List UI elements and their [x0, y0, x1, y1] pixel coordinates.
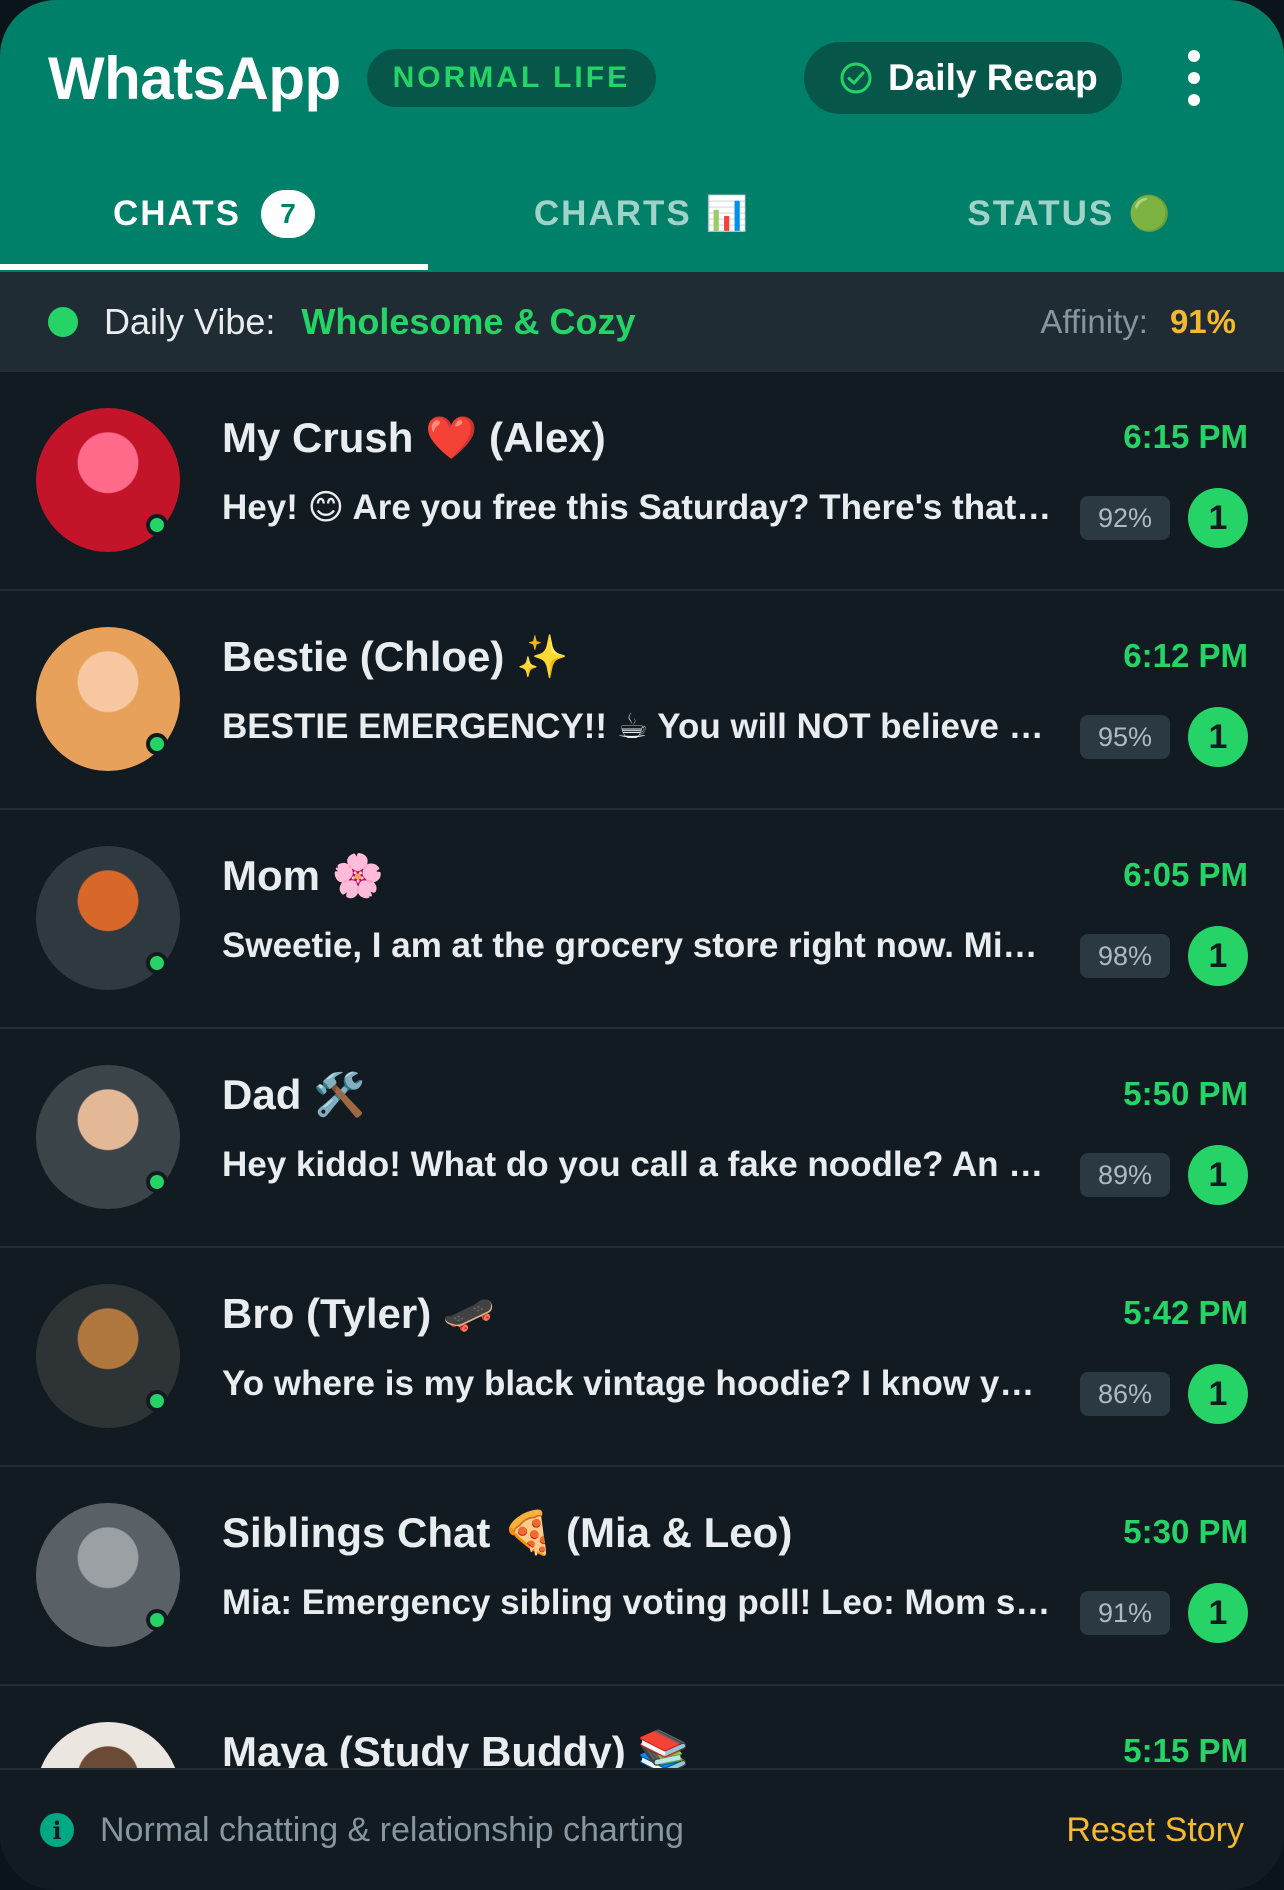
chat-time: 6:12 PM: [1123, 637, 1248, 674]
unread-badge: 1: [1188, 1583, 1248, 1643]
app-title: WhatsApp: [48, 44, 341, 112]
chat-name: Maya (Study Buddy) 📚: [222, 1728, 690, 1768]
tab-bar: CHATS 7 CHARTS 📊 STATUS 🟢: [0, 156, 1284, 272]
tab-status[interactable]: STATUS 🟢: [856, 156, 1284, 272]
unread-count-badge: 7: [260, 190, 315, 238]
chat-name: Mom 🌸: [222, 852, 384, 899]
affinity-badge: 92%: [1080, 496, 1170, 540]
mode-badge[interactable]: NORMAL LIFE: [366, 49, 657, 107]
vibe-value: Wholesome & Cozy: [301, 301, 636, 342]
online-indicator: [146, 1390, 168, 1412]
chat-time: 6:15 PM: [1123, 418, 1248, 455]
vibe-indicator-dot: [48, 307, 78, 337]
chat-name: My Crush ❤️ (Alex): [222, 414, 606, 461]
affinity-badge: 89%: [1080, 1153, 1170, 1197]
green-circle-icon: 🟢: [1128, 195, 1173, 233]
chat-time: 5:42 PM: [1123, 1294, 1248, 1331]
chat-name: Dad 🛠️: [222, 1071, 366, 1118]
unread-badge: 1: [1188, 707, 1248, 767]
check-circle-icon: [840, 62, 872, 94]
unread-badge: 1: [1188, 1364, 1248, 1424]
chat-preview: Mia: Emergency sibling voting poll! Leo:…: [222, 1583, 1052, 1622]
affinity-badge: 98%: [1080, 934, 1170, 978]
chat-row[interactable]: Bro (Tyler) 🛹 5:42 PM Yo where is my black…: [0, 1248, 1284, 1467]
affinity-badge: 91%: [1080, 1591, 1170, 1635]
chat-row[interactable]: Maya (Study Buddy) 📚 5:15 PM: [0, 1686, 1284, 1768]
info-icon: i: [40, 1813, 74, 1847]
tab-chats[interactable]: CHATS 7: [0, 156, 428, 272]
tab-charts[interactable]: CHARTS 📊: [428, 156, 856, 272]
affinity-badge: 95%: [1080, 715, 1170, 759]
chat-time: 5:15 PM: [1123, 1732, 1248, 1768]
online-indicator: [146, 1171, 168, 1193]
more-options-icon[interactable]: [1176, 50, 1212, 106]
daily-vibe-bar: Daily Vibe: Wholesome & Cozy Affinity: 9…: [0, 272, 1284, 372]
chat-preview: BESTIE EMERGENCY!! ☕ You will NOT believ…: [222, 707, 1052, 746]
daily-recap-label: Daily Recap: [888, 57, 1098, 98]
chat-time: 5:30 PM: [1123, 1513, 1248, 1550]
app-window: WhatsApp NORMAL LIFE Daily Recap CHATS 7…: [0, 0, 1284, 1890]
reset-story-button[interactable]: Reset Story: [1066, 1811, 1244, 1850]
chat-row[interactable]: My Crush ❤️ (Alex) 6:15 PM Hey! 😊 Are you …: [0, 372, 1284, 591]
footer-info-text: Normal chatting & relationship charting: [100, 1810, 684, 1849]
study-buddy-avatar[interactable]: [36, 1722, 180, 1768]
chat-preview: Hey kiddo! What do you call a fake noodl…: [222, 1145, 1052, 1184]
footer-bar: i Normal chatting & relationship chartin…: [0, 1768, 1284, 1890]
chat-row[interactable]: Mom 🌸 6:05 PM Sweetie, I am at the grocery…: [0, 810, 1284, 1029]
daily-recap-button[interactable]: Daily Recap: [804, 42, 1122, 114]
affinity-label: Affinity:: [1040, 303, 1148, 340]
affinity-badge: 86%: [1080, 1372, 1170, 1416]
unread-badge: 1: [1188, 1145, 1248, 1205]
chat-time: 5:50 PM: [1123, 1075, 1248, 1112]
unread-badge: 1: [1188, 926, 1248, 986]
tab-chats-label: CHATS: [113, 194, 241, 233]
online-indicator: [146, 952, 168, 974]
vibe-label: Daily Vibe:: [104, 301, 276, 342]
bar-chart-icon: 📊: [705, 195, 751, 233]
online-indicator: [146, 1609, 168, 1631]
chat-time: 6:05 PM: [1123, 856, 1248, 893]
chat-row[interactable]: Dad 🛠️ 5:50 PM Hey kiddo! What do you call…: [0, 1029, 1284, 1248]
tab-status-label: STATUS: [967, 194, 1115, 233]
chat-name: Siblings Chat 🍕 (Mia & Leo): [222, 1509, 793, 1556]
app-header: WhatsApp NORMAL LIFE Daily Recap: [0, 0, 1284, 156]
online-indicator: [146, 733, 168, 755]
chat-preview: Sweetie, I am at the grocery store right…: [222, 926, 1052, 965]
tab-charts-label: CHARTS: [533, 194, 692, 233]
chat-row[interactable]: Siblings Chat 🍕 (Mia & Leo) 5:30 PM Mia: E…: [0, 1467, 1284, 1686]
unread-badge: 1: [1188, 488, 1248, 548]
chat-list: My Crush ❤️ (Alex) 6:15 PM Hey! 😊 Are you …: [0, 372, 1284, 1768]
chat-name: Bro (Tyler) 🛹: [222, 1290, 496, 1337]
chat-name: Bestie (Chloe) ✨: [222, 633, 569, 680]
chat-row[interactable]: Bestie (Chloe) ✨ 6:12 PM BESTIE EMERGENCY!…: [0, 591, 1284, 810]
affinity-value: 91%: [1169, 303, 1236, 340]
chat-preview: Yo where is my black vintage hoodie? I k…: [222, 1364, 1052, 1403]
chat-preview: Hey! 😊 Are you free this Saturday? There…: [222, 488, 1052, 527]
online-indicator: [146, 514, 168, 536]
